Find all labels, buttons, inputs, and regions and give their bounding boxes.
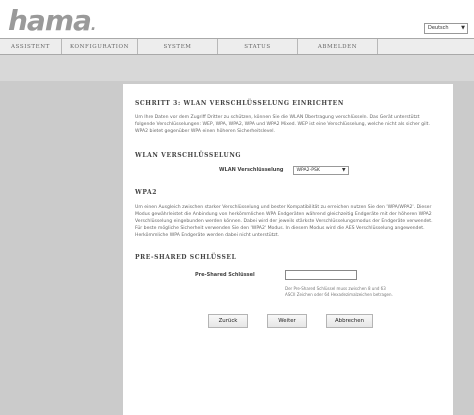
chevron-down-icon: ▼ xyxy=(341,167,346,173)
wlan-section-title: WLAN VERSCHLÜSSELUNG xyxy=(135,151,242,159)
nav-item-status[interactable]: STATUS xyxy=(218,39,298,54)
content-panel: SCHRITT 3: WLAN VERSCHLÜSSELUNG EINRICHT… xyxy=(123,84,453,415)
hama-logo: hama. xyxy=(8,4,96,37)
button-bar: Zurück Weiter Abbrechen xyxy=(208,313,441,328)
language-selected-value: Deutsch xyxy=(428,25,449,31)
psk-section-title: PRE-SHARED SCHLÜSSEL xyxy=(135,253,237,261)
cancel-button[interactable]: Abbrechen xyxy=(326,313,373,328)
psk-row: Pre-Shared Schlüssel Der Pre-Shared Schl… xyxy=(195,269,441,298)
language-select[interactable]: Deutsch ▼ xyxy=(424,23,468,34)
back-button[interactable]: Zurück xyxy=(208,313,248,328)
psk-hint: Der Pre-Shared Schlüssel muss zwischen 8… xyxy=(285,285,393,297)
nav-item-abmelden[interactable]: ABMELDEN xyxy=(298,39,378,54)
sub-navigation-bar xyxy=(0,55,474,81)
intro-text: Um Ihre Daten vor dem Zugriff Dritter zu… xyxy=(135,115,430,135)
next-button[interactable]: Weiter xyxy=(267,313,307,328)
nav-item-assistent[interactable]: ASSISTENT xyxy=(0,39,62,54)
nav-item-konfiguration[interactable]: KONFIGURATION xyxy=(62,39,138,54)
nav-item-system[interactable]: SYSTEM xyxy=(138,39,218,54)
encryption-label: WLAN Verschlüsselung xyxy=(219,167,284,174)
header: hama. Deutsch ▼ xyxy=(0,0,474,38)
psk-column: Der Pre-Shared Schlüssel muss zwischen 8… xyxy=(285,269,395,298)
wpa2-description: Um einen Ausgleich zwischen starker Vers… xyxy=(135,204,433,239)
wpa2-section-title: WPA2 xyxy=(135,188,158,196)
chevron-down-icon: ▼ xyxy=(461,25,465,31)
encryption-row: WLAN Verschlüsselung WPA2-PSK ▼ xyxy=(219,165,441,175)
encryption-selected-value: WPA2-PSK xyxy=(296,167,320,173)
page-title: SCHRITT 3: WLAN VERSCHLÜSSELUNG EINRICHT… xyxy=(135,100,344,107)
main-navigation: ASSISTENT KONFIGURATION SYSTEM STATUS AB… xyxy=(0,38,474,55)
psk-input[interactable] xyxy=(285,269,357,280)
psk-label: Pre-Shared Schlüssel xyxy=(195,271,255,278)
encryption-select[interactable]: WPA2-PSK ▼ xyxy=(293,165,350,175)
